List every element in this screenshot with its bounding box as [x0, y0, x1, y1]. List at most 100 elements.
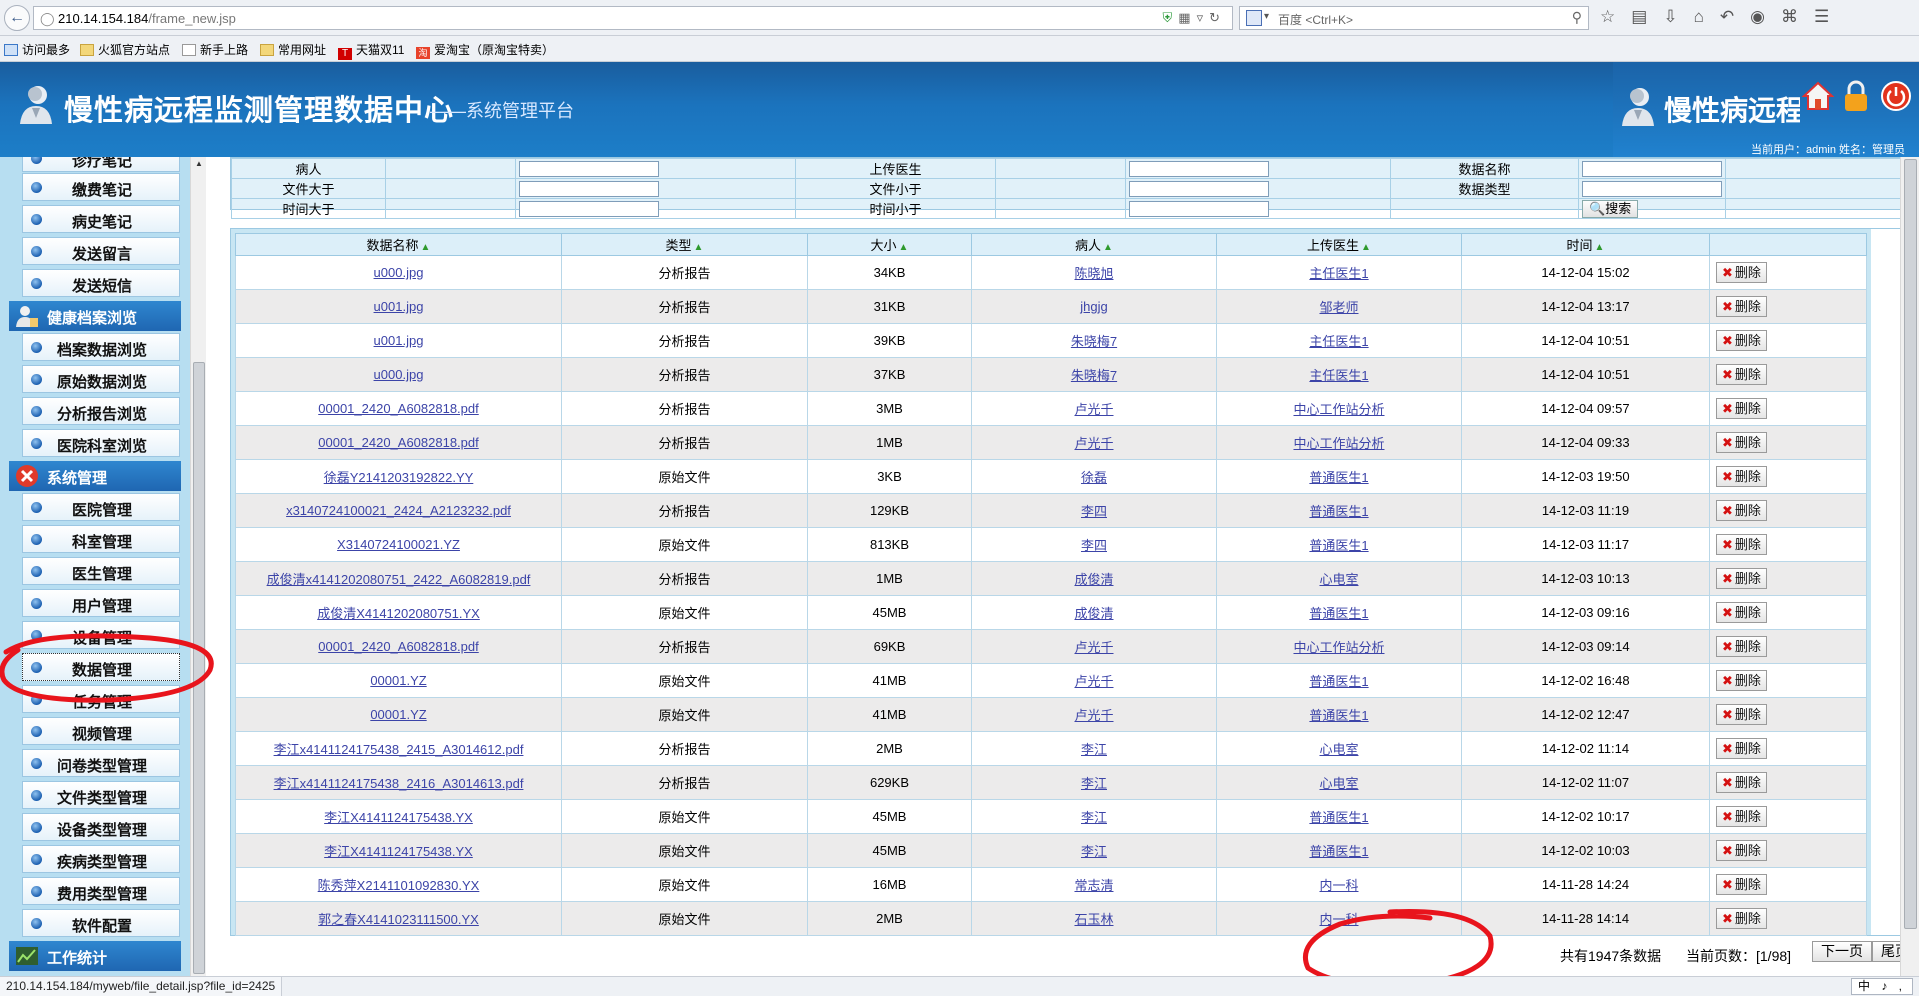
delete-button[interactable]: ✖ 删除	[1716, 262, 1767, 283]
cell-data-name-link[interactable]: 陈秀萍X2141101092830.YX	[318, 878, 480, 893]
cell-doctor-link[interactable]: 普通医生1	[1309, 504, 1368, 519]
sidebar-item-video-admin[interactable]: 视频管理	[22, 717, 180, 745]
column-header-data-name[interactable]: 数据名称 ▲	[235, 233, 562, 256]
column-header-doctor[interactable]: 上传医生 ▲	[1216, 233, 1462, 256]
cell-data-name-link[interactable]: 郭之春X4141023111500.YX	[318, 912, 479, 927]
sidebar-item-record-browse[interactable]: 档案数据浏览	[22, 333, 180, 361]
ime-indicator[interactable]: 中 ♪ ,	[1850, 978, 1913, 995]
reload-icon[interactable]: ↻	[1209, 10, 1226, 25]
baidu-engine-icon[interactable]	[1246, 10, 1262, 26]
sidebar-item-task-admin[interactable]: 任务管理	[22, 685, 180, 713]
cell-patient-link[interactable]: 李江	[1081, 844, 1107, 859]
cell-doctor-link[interactable]: 邹老师	[1319, 300, 1358, 315]
cell-data-name-link[interactable]: 00001_2420_A6082818.pdf	[318, 401, 479, 416]
size-gt-input[interactable]	[519, 180, 659, 197]
main-scrollbar[interactable]	[1900, 157, 1919, 976]
sidebar-item-diagnosis-notes[interactable]: 诊疗笔记	[22, 157, 180, 172]
cell-data-name-link[interactable]: 李江X4141124175438.YX	[324, 810, 473, 825]
sidebar-item-disease-type-admin[interactable]: 疾病类型管理	[22, 845, 180, 873]
sidebar-item-hospital-admin[interactable]: 医院管理	[22, 493, 180, 521]
cell-doctor-link[interactable]: 主任医生1	[1309, 368, 1368, 383]
cell-data-name-link[interactable]: X3140724100021.YZ	[337, 537, 460, 552]
cell-patient-link[interactable]: 李江	[1081, 742, 1107, 757]
bookmark-newbie[interactable]: 新手上路	[182, 41, 248, 57]
cell-data-name-link[interactable]: u000.jpg	[374, 367, 424, 382]
scrollbar-thumb[interactable]	[1904, 159, 1917, 929]
delete-button[interactable]: ✖ 删除	[1716, 568, 1767, 589]
download-icon[interactable]: ⇩	[1663, 7, 1693, 26]
delete-button[interactable]: ✖ 删除	[1716, 330, 1767, 351]
sidebar-item-history-notes[interactable]: 病史笔记	[22, 205, 180, 233]
doctor-input[interactable]	[1129, 160, 1269, 177]
cell-data-name-link[interactable]: u000.jpg	[374, 265, 424, 280]
star-icon[interactable]: ☆	[1600, 7, 1631, 26]
sidebar-section-system-admin[interactable]: 系统管理	[9, 461, 181, 491]
delete-button[interactable]: ✖ 删除	[1716, 466, 1767, 487]
sidebar-item-file-type-admin[interactable]: 文件类型管理	[22, 781, 180, 809]
sidebar-item-doctor-admin[interactable]: 医生管理	[22, 557, 180, 585]
search-bar[interactable]: ▾ 百度 <Ctrl+K> ⚲	[1239, 6, 1589, 30]
home-icon[interactable]: ⌂	[1694, 7, 1720, 26]
cell-patient-link[interactable]: 徐磊	[1081, 470, 1107, 485]
search-button[interactable]: 🔍搜索	[1582, 199, 1639, 218]
cell-patient-link[interactable]: 成俊清	[1074, 572, 1113, 587]
qr-icon[interactable]: ▦	[1178, 10, 1196, 25]
cell-patient-link[interactable]: 卢光千	[1074, 436, 1113, 451]
cell-doctor-link[interactable]: 普通医生1	[1309, 538, 1368, 553]
delete-button[interactable]: ✖ 删除	[1716, 364, 1767, 385]
chat-icon[interactable]: ◉	[1750, 7, 1781, 26]
cell-patient-link[interactable]: 常志清	[1074, 878, 1113, 893]
column-header-type[interactable]: 类型 ▲	[561, 233, 808, 256]
sort-arrow-icon[interactable]: ▲	[899, 242, 909, 253]
sidebar-item-report-browse[interactable]: 分析报告浏览	[22, 397, 180, 425]
patient-input[interactable]	[519, 160, 659, 177]
sidebar-section-health-records[interactable]: 健康档案浏览	[9, 301, 181, 331]
url-bar[interactable]: ◯ 210.14.154.184/frame_new.jsp ⛨▦▿↻	[33, 6, 1233, 30]
sidebar-item-device-admin[interactable]: 设备管理	[22, 621, 180, 649]
home-icon[interactable]	[1802, 80, 1834, 112]
cell-doctor-link[interactable]: 普通医生1	[1309, 470, 1368, 485]
sort-arrow-icon[interactable]: ▲	[1361, 242, 1371, 253]
delete-button[interactable]: ✖ 删除	[1716, 874, 1767, 895]
cell-patient-link[interactable]: 成俊清	[1074, 606, 1113, 621]
sidebar-item-software-config[interactable]: 软件配置	[22, 909, 180, 937]
column-header-time[interactable]: 时间 ▲	[1461, 233, 1710, 256]
undo-icon[interactable]: ↶	[1720, 7, 1750, 26]
delete-button[interactable]: ✖ 删除	[1716, 840, 1767, 861]
delete-button[interactable]: ✖ 删除	[1716, 636, 1767, 657]
size-lt-input[interactable]	[1129, 180, 1269, 197]
cell-data-name-link[interactable]: 00001.YZ	[370, 673, 426, 688]
cell-data-name-link[interactable]: 成俊清x4141202080751_2422_A6082819.pdf	[267, 572, 531, 587]
delete-button[interactable]: ✖ 删除	[1716, 500, 1767, 521]
cell-doctor-link[interactable]: 中心工作站分析	[1293, 640, 1384, 655]
crop-icon[interactable]: ⌘	[1781, 7, 1814, 26]
cell-patient-link[interactable]: 李江	[1081, 776, 1107, 791]
column-header-size[interactable]: 大小 ▲	[807, 233, 972, 256]
column-header-patient[interactable]: 病人 ▲	[971, 233, 1217, 256]
sort-arrow-icon[interactable]: ▲	[421, 242, 431, 253]
sidebar-section-work-stats[interactable]: 工作统计	[9, 941, 181, 971]
sidebar-item-user-admin[interactable]: 用户管理	[22, 589, 180, 617]
cell-patient-link[interactable]: 卢光千	[1074, 402, 1113, 417]
sidebar-item-device-type-admin[interactable]: 设备类型管理	[22, 813, 180, 841]
clipboard-icon[interactable]: ▤	[1631, 7, 1663, 26]
last-page-button[interactable]: 尾页	[1872, 941, 1900, 962]
magnifier-icon[interactable]: ⚲	[1572, 9, 1582, 26]
delete-button[interactable]: ✖ 删除	[1716, 908, 1767, 929]
bookmark-taobao[interactable]: 淘爱淘宝（原淘宝特卖）	[416, 41, 554, 59]
cell-patient-link[interactable]: 卢光千	[1074, 640, 1113, 655]
cell-doctor-link[interactable]: 普通医生1	[1309, 606, 1368, 621]
delete-button[interactable]: ✖ 删除	[1716, 602, 1767, 623]
cell-patient-link[interactable]: 李四	[1081, 504, 1107, 519]
delete-button[interactable]: ✖ 删除	[1716, 296, 1767, 317]
bookmark-firefox[interactable]: 火狐官方站点	[80, 41, 170, 57]
cell-data-name-link[interactable]: 李江X4141124175438.YX	[324, 844, 473, 859]
cell-patient-link[interactable]: 李江	[1081, 810, 1107, 825]
cell-doctor-link[interactable]: 心电室	[1319, 572, 1358, 587]
cell-patient-link[interactable]: 卢光千	[1074, 708, 1113, 723]
delete-button[interactable]: ✖ 删除	[1716, 534, 1767, 555]
bookmark-tmall[interactable]: T 天猫双11	[338, 41, 404, 60]
cell-data-name-link[interactable]: u001.jpg	[374, 333, 424, 348]
cell-doctor-link[interactable]: 心电室	[1319, 742, 1358, 757]
delete-button[interactable]: ✖ 删除	[1716, 806, 1767, 827]
